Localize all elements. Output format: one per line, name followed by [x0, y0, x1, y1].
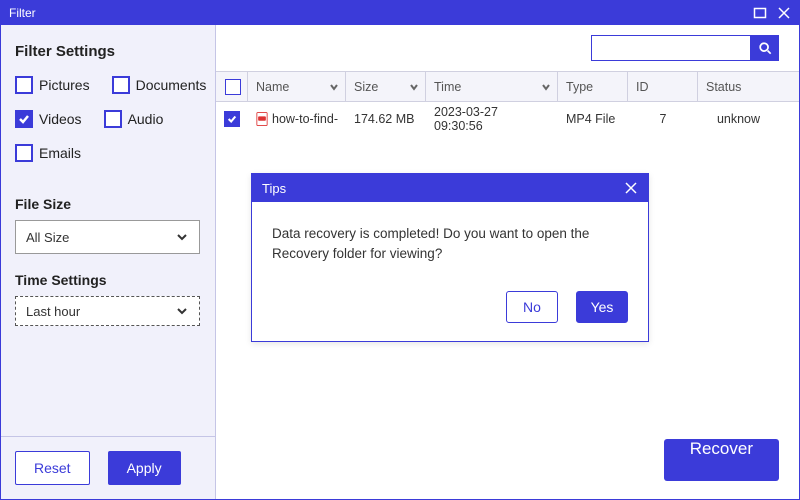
- filter-label: Audio: [128, 111, 164, 127]
- header-type[interactable]: Type: [558, 72, 628, 101]
- chevron-down-icon: [175, 304, 189, 318]
- maximize-icon[interactable]: [753, 6, 767, 20]
- search-input[interactable]: [591, 35, 751, 61]
- cell-status: unknow: [698, 112, 799, 126]
- filter-settings-heading: Filter Settings: [15, 43, 201, 60]
- header-name[interactable]: Name: [248, 72, 346, 101]
- search-icon: [758, 41, 772, 55]
- cell-id: 7: [628, 112, 698, 126]
- filter-label: Emails: [39, 145, 81, 161]
- time-settings-value: Last hour: [26, 304, 80, 319]
- recover-button[interactable]: Recover: [664, 439, 779, 481]
- table-row[interactable]: how-to-find- 174.62 MB 2023-03-27 09:30:…: [216, 102, 799, 136]
- filter-documents[interactable]: Documents: [112, 76, 207, 94]
- file-size-value: All Size: [26, 230, 69, 245]
- search-button[interactable]: [751, 35, 779, 61]
- filter-label: Videos: [39, 111, 82, 127]
- sidebar: Filter Settings Pictures Documents Video…: [1, 25, 216, 499]
- header-status[interactable]: Status: [698, 72, 799, 101]
- filter-window: Filter Filter Settings Pictures Document…: [0, 0, 800, 500]
- cell-type: MP4 File: [558, 112, 628, 126]
- close-icon[interactable]: [624, 181, 638, 195]
- table-header: Name Size Time Type ID: [216, 72, 799, 102]
- close-icon[interactable]: [777, 6, 791, 20]
- filter-emails[interactable]: Emails: [15, 144, 81, 162]
- titlebar: Filter: [1, 1, 799, 25]
- filter-label: Documents: [136, 77, 207, 93]
- row-checkbox[interactable]: [224, 111, 240, 127]
- dialog-message: Data recovery is completed! Do you want …: [252, 202, 648, 281]
- filter-pictures[interactable]: Pictures: [15, 76, 90, 94]
- time-settings-select[interactable]: Last hour: [15, 296, 200, 326]
- dialog-title: Tips: [262, 181, 286, 196]
- chevron-down-icon: [541, 82, 551, 92]
- dialog-titlebar: Tips: [252, 174, 648, 202]
- header-time[interactable]: Time: [426, 72, 558, 101]
- checkbox-icon: [104, 110, 122, 128]
- chevron-down-icon: [329, 82, 339, 92]
- mp4-file-icon: [256, 111, 268, 127]
- checkbox-icon: [112, 76, 130, 94]
- time-settings-label: Time Settings: [15, 272, 201, 288]
- header-id[interactable]: ID: [628, 72, 698, 101]
- file-size-select[interactable]: All Size: [15, 220, 200, 254]
- checkbox-icon: [225, 79, 241, 95]
- yes-button[interactable]: Yes: [576, 291, 628, 323]
- cell-size: 174.62 MB: [346, 112, 426, 126]
- apply-button[interactable]: Apply: [108, 451, 181, 485]
- header-size[interactable]: Size: [346, 72, 426, 101]
- no-button[interactable]: No: [506, 291, 558, 323]
- sidebar-footer: Reset Apply: [1, 436, 215, 499]
- filter-videos[interactable]: Videos: [15, 110, 82, 128]
- results-table: Name Size Time Type ID: [216, 71, 799, 136]
- search-bar: [216, 25, 799, 71]
- checkbox-checked-icon: [15, 110, 33, 128]
- dialog-footer: No Yes: [252, 281, 648, 341]
- filter-audio[interactable]: Audio: [104, 110, 164, 128]
- window-title: Filter: [9, 6, 36, 20]
- tips-dialog: Tips Data recovery is completed! Do you …: [251, 173, 649, 342]
- chevron-down-icon: [175, 230, 189, 244]
- header-checkbox[interactable]: [216, 72, 248, 101]
- chevron-down-icon: [409, 82, 419, 92]
- checkbox-icon: [15, 144, 33, 162]
- filter-label: Pictures: [39, 77, 90, 93]
- cell-name: how-to-find-: [272, 112, 338, 126]
- reset-button[interactable]: Reset: [15, 451, 90, 485]
- cell-time: 2023-03-27 09:30:56: [426, 105, 558, 133]
- checkbox-icon: [15, 76, 33, 94]
- file-size-label: File Size: [15, 196, 201, 212]
